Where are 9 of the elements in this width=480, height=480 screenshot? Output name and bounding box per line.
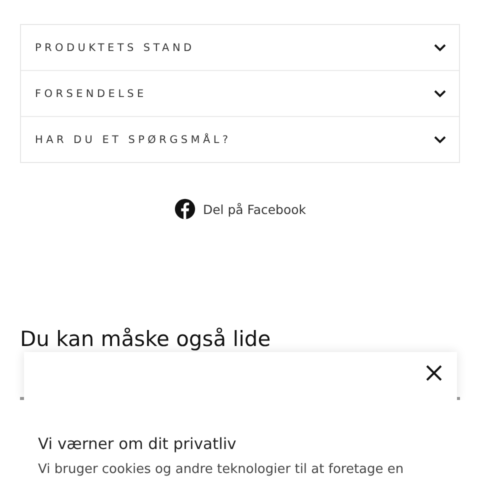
chevron-icon [433, 134, 447, 144]
section-heading: Du kan måske også lide [20, 326, 272, 352]
banner-text: Vi bruger cookies og andre teknologier til at foretage en [38, 462, 405, 477]
chevron-icon [433, 42, 447, 52]
share-link[interactable]: Del på Facebook [174, 198, 306, 220]
close-icon[interactable] [425, 364, 443, 382]
banner-title: Vi værner om dit privatliv [38, 435, 238, 453]
facebook-icon [174, 198, 196, 220]
chevron-icon [433, 88, 447, 98]
